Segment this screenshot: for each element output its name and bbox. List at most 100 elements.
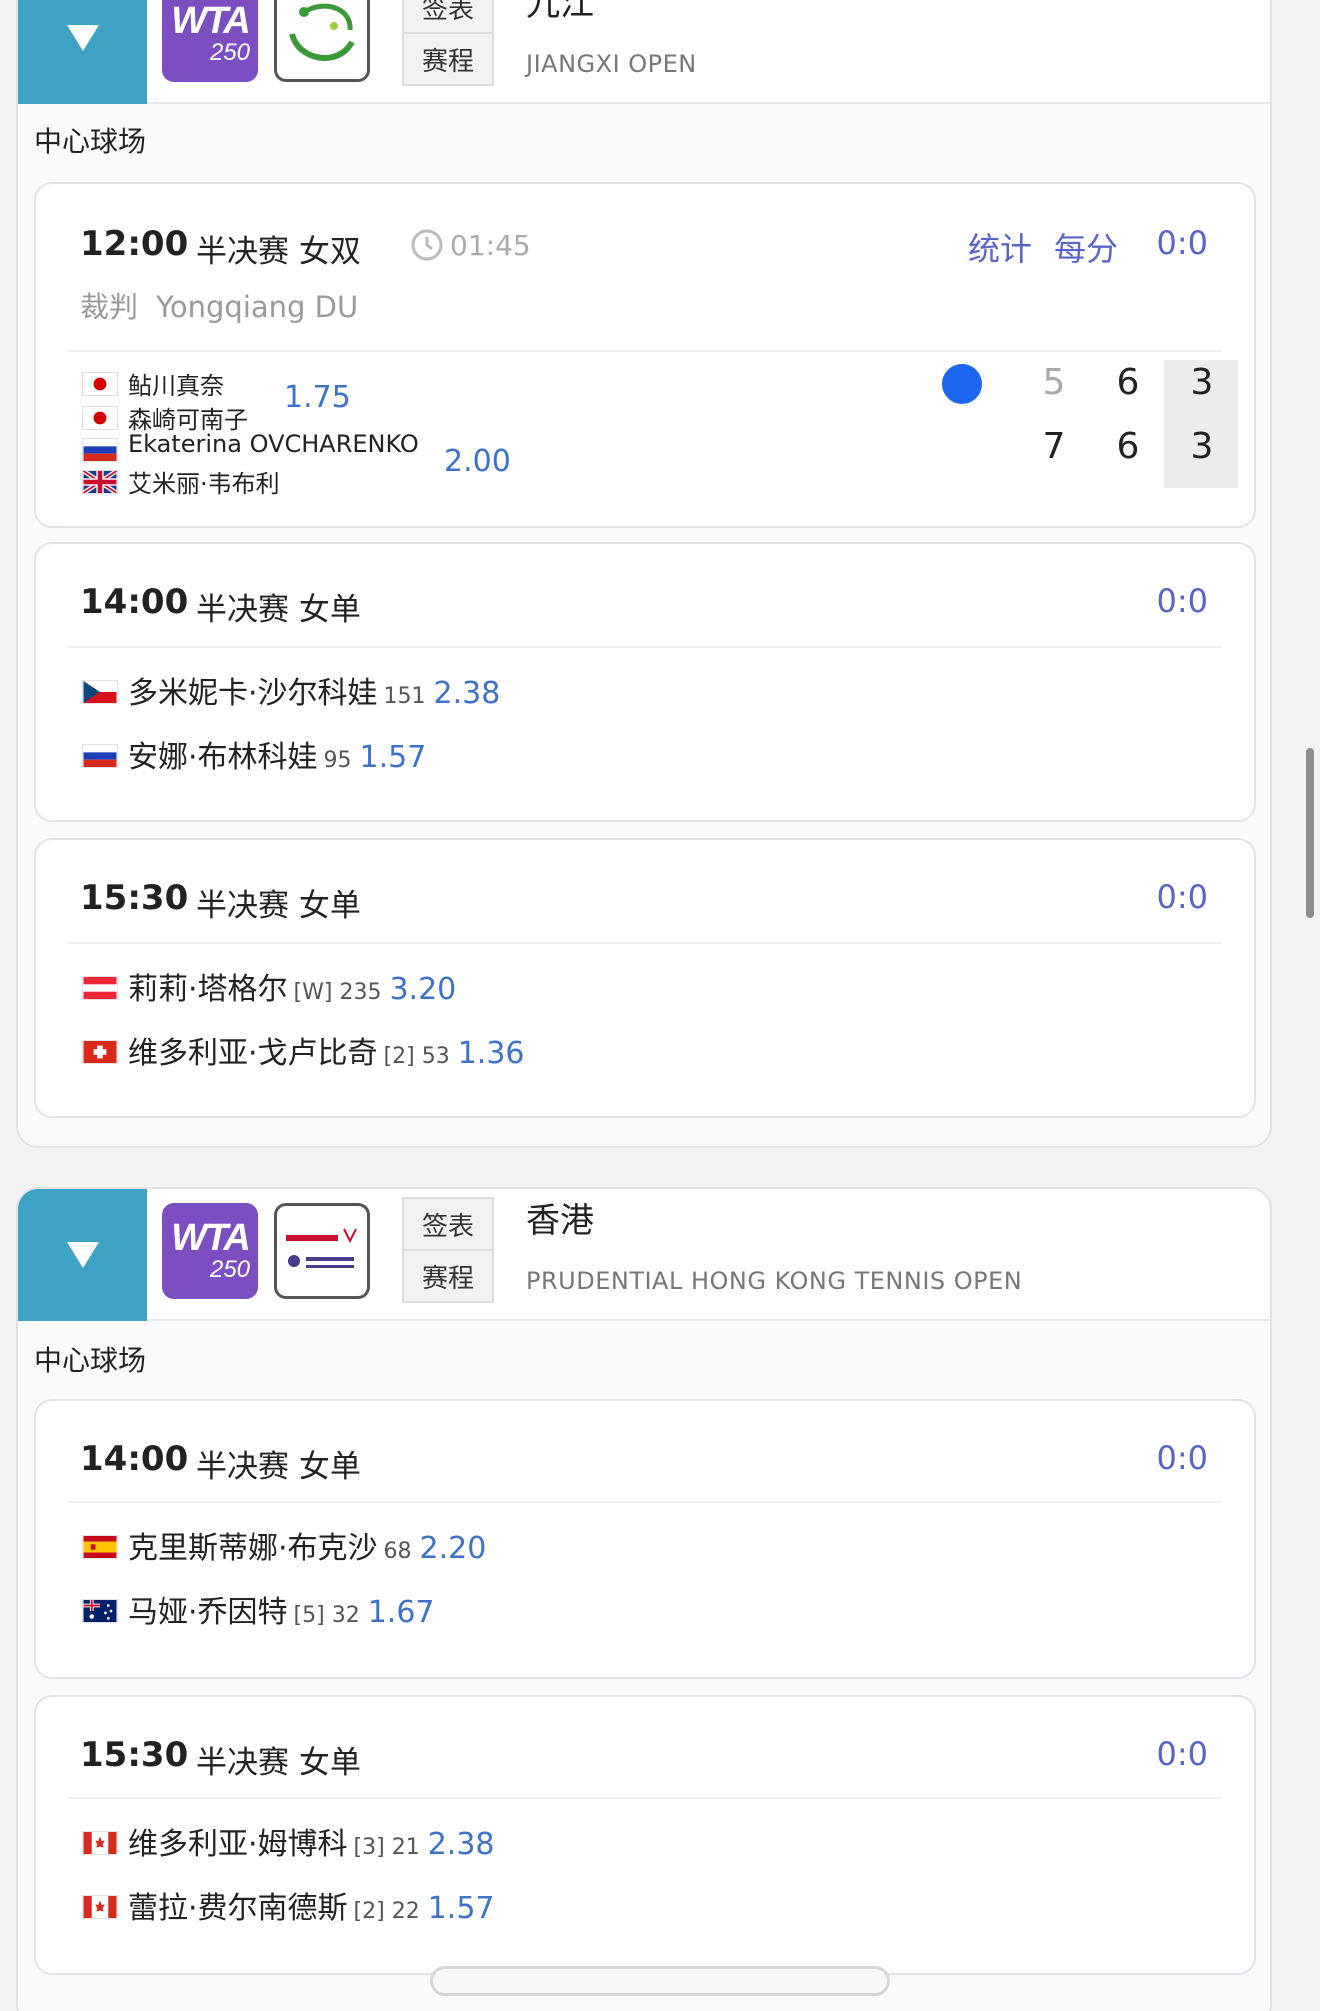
match-round: 半决赛 女单 (196, 592, 361, 628)
divider (68, 1797, 1222, 1799)
match-time: 12:00 (80, 224, 189, 264)
player-name: 多米妮卡·沙尔科娃 (128, 676, 378, 711)
player-ranking: [5] 32 (293, 1603, 360, 1628)
player-row: 多米妮卡·沙尔科娃 151 2.38 (128, 668, 500, 712)
match-card[interactable]: 12:00 半决赛 女双 01:45 统计 每分 0:0 裁判 Yongqiang… (34, 182, 1256, 528)
player-name: 莉莉·塔格尔 (128, 972, 288, 1007)
team-odds[interactable]: 2.00 (444, 444, 511, 479)
match-card[interactable]: 14:00 半决赛 女单 0:0 多米妮卡·沙尔科娃 151 2.38 安娜·布林科… (34, 542, 1256, 822)
divider (68, 942, 1222, 944)
team-odds[interactable]: 1.75 (284, 380, 351, 415)
player-odds[interactable]: 1.36 (458, 1036, 525, 1071)
match-time: 14:00 (80, 582, 189, 622)
collapse-toggle[interactable] (18, 0, 147, 104)
player-odds[interactable]: 1.57 (428, 1891, 495, 1926)
clock-icon (411, 229, 443, 261)
player-ranking: [2] 53 (383, 1044, 450, 1069)
canada-flag-icon (82, 1831, 118, 1855)
match-score: 0:0 (1156, 224, 1209, 262)
player-row: 克里斯蒂娜·布克沙 68 2.20 (128, 1523, 486, 1567)
divider (68, 1501, 1222, 1503)
player-row: 蕾拉·费尔南德斯 [2] 22 1.57 (128, 1883, 495, 1927)
player-odds[interactable]: 1.67 (368, 1595, 435, 1630)
match-card[interactable]: 15:30 半决赛 女单 0:0 莉莉·塔格尔 [W] 235 3.20 维多利亚·… (34, 838, 1256, 1118)
player-name: 蕾拉·费尔南德斯 (128, 1891, 348, 1926)
referee-name: Yongqiang DU (156, 290, 359, 324)
wta-250-logo: WTA 250 (162, 1203, 258, 1299)
match-score: 0:0 (1156, 582, 1209, 620)
player-row: 安娜·布林科娃 95 1.57 (128, 732, 426, 776)
player-row: 维多利亚·戈卢比奇 [2] 53 1.36 (128, 1028, 525, 1072)
player-row: 维多利亚·姆博科 [3] 21 2.38 (128, 1819, 495, 1863)
schedule-button[interactable]: 赛程 (402, 1249, 494, 1303)
match-card[interactable]: 14:00 半决赛 女单 0:0 克里斯蒂娜·布克沙 68 2.20 马娅·乔因特[… (34, 1399, 1256, 1679)
set-score: 5 (1042, 362, 1066, 403)
match-round: 半决赛 女单 (196, 1449, 361, 1485)
player-name: 艾米丽·韦布利 (128, 470, 280, 498)
scrollbar-thumb[interactable] (1306, 748, 1314, 918)
divider (68, 646, 1222, 648)
set-score: 6 (1116, 426, 1140, 467)
match-time: 15:30 (80, 878, 189, 918)
collapse-toggle[interactable] (18, 1189, 147, 1321)
tournament-name: PRUDENTIAL HONG KONG TENNIS OPEN (526, 1267, 1023, 1295)
triangle-down-icon (66, 1242, 99, 1268)
tournament-header[interactable]: WTA 250 签表 赛程 九江 JIANGXI OPEN (18, 0, 1270, 104)
russia-flag-icon (82, 438, 118, 462)
uk-flag-icon (82, 470, 118, 494)
court-label: 中心球场 (34, 1344, 147, 1377)
match-duration: 01:45 (410, 228, 531, 262)
tournament-city: 香港 (526, 1201, 594, 1241)
player-name: 鲇川真奈 (128, 372, 224, 400)
match-score: 0:0 (1156, 1439, 1209, 1477)
tournament-name: JIANGXI OPEN (526, 50, 697, 78)
australia-flag-icon (82, 1599, 118, 1623)
russia-flag-icon (82, 744, 118, 768)
player-row: 马娅·乔因特 [5] 32 1.67 (128, 1587, 435, 1631)
player-ranking: 95 (323, 748, 352, 773)
match-time: 14:00 (80, 1439, 189, 1479)
player-name: 克里斯蒂娜·布克沙 (128, 1531, 378, 1566)
player-name: 安娜·布林科娃 (128, 740, 318, 775)
player-row: 莉莉·塔格尔 [W] 235 3.20 (128, 964, 456, 1008)
czech-flag-icon (82, 680, 118, 704)
home-indicator[interactable] (430, 1966, 890, 1996)
draw-button[interactable]: 签表 (402, 0, 494, 34)
tournament-city: 九江 (526, 0, 594, 24)
set-score: 6 (1116, 362, 1140, 403)
player-name: Ekaterina OVCHARENKO (128, 430, 419, 458)
player-ranking: 151 (383, 684, 426, 709)
player-odds[interactable]: 1.57 (360, 740, 427, 775)
schedule-button[interactable]: 赛程 (402, 32, 494, 86)
player-name: 马娅·乔因特 (128, 1595, 288, 1630)
player-name: 维多利亚·姆博科 (128, 1827, 348, 1862)
player-odds[interactable]: 2.38 (428, 1827, 495, 1862)
draw-button[interactable]: 签表 (402, 1197, 494, 1251)
set-score: 3 (1190, 426, 1214, 467)
japan-flag-icon (82, 372, 118, 396)
canada-flag-icon (82, 1895, 118, 1919)
per-point-link[interactable]: 每分 (1054, 224, 1118, 270)
tournament-header[interactable]: WTA 250 签表 赛程 香港 PRUDENTIAL HONG KONG TE… (18, 1189, 1270, 1321)
match-card[interactable]: 15:30 半决赛 女单 0:0 维多利亚·姆博科 [3] 21 2.38 蕾拉·费… (34, 1695, 1256, 1975)
referee-label: 裁判 (80, 290, 139, 324)
player-odds[interactable]: 3.20 (389, 972, 456, 1007)
player-odds[interactable]: 2.38 (434, 676, 501, 711)
player-odds[interactable]: 2.20 (420, 1531, 487, 1566)
tournament-card-jiangxi: WTA 250 签表 赛程 九江 JIANGXI OPEN 中心球场 12:00… (16, 0, 1272, 1148)
player-ranking: 68 (383, 1539, 412, 1564)
match-round: 半决赛 女单 (196, 888, 361, 924)
player-name: 维多利亚·戈卢比奇 (128, 1036, 378, 1071)
japan-flag-icon (82, 406, 118, 430)
wta-250-logo: WTA 250 (162, 0, 258, 82)
player-ranking: [W] 235 (293, 980, 382, 1005)
spain-flag-icon (82, 1535, 118, 1559)
switzerland-flag-icon (82, 1040, 118, 1064)
stats-link[interactable]: 统计 (968, 224, 1032, 270)
divider (68, 350, 1222, 352)
serving-indicator (942, 364, 982, 404)
set-score: 7 (1042, 426, 1066, 467)
set-score: 3 (1190, 362, 1214, 403)
referee-line: 裁判 Yongqiang DU (80, 284, 358, 326)
player-ranking: [2] 22 (353, 1899, 420, 1924)
